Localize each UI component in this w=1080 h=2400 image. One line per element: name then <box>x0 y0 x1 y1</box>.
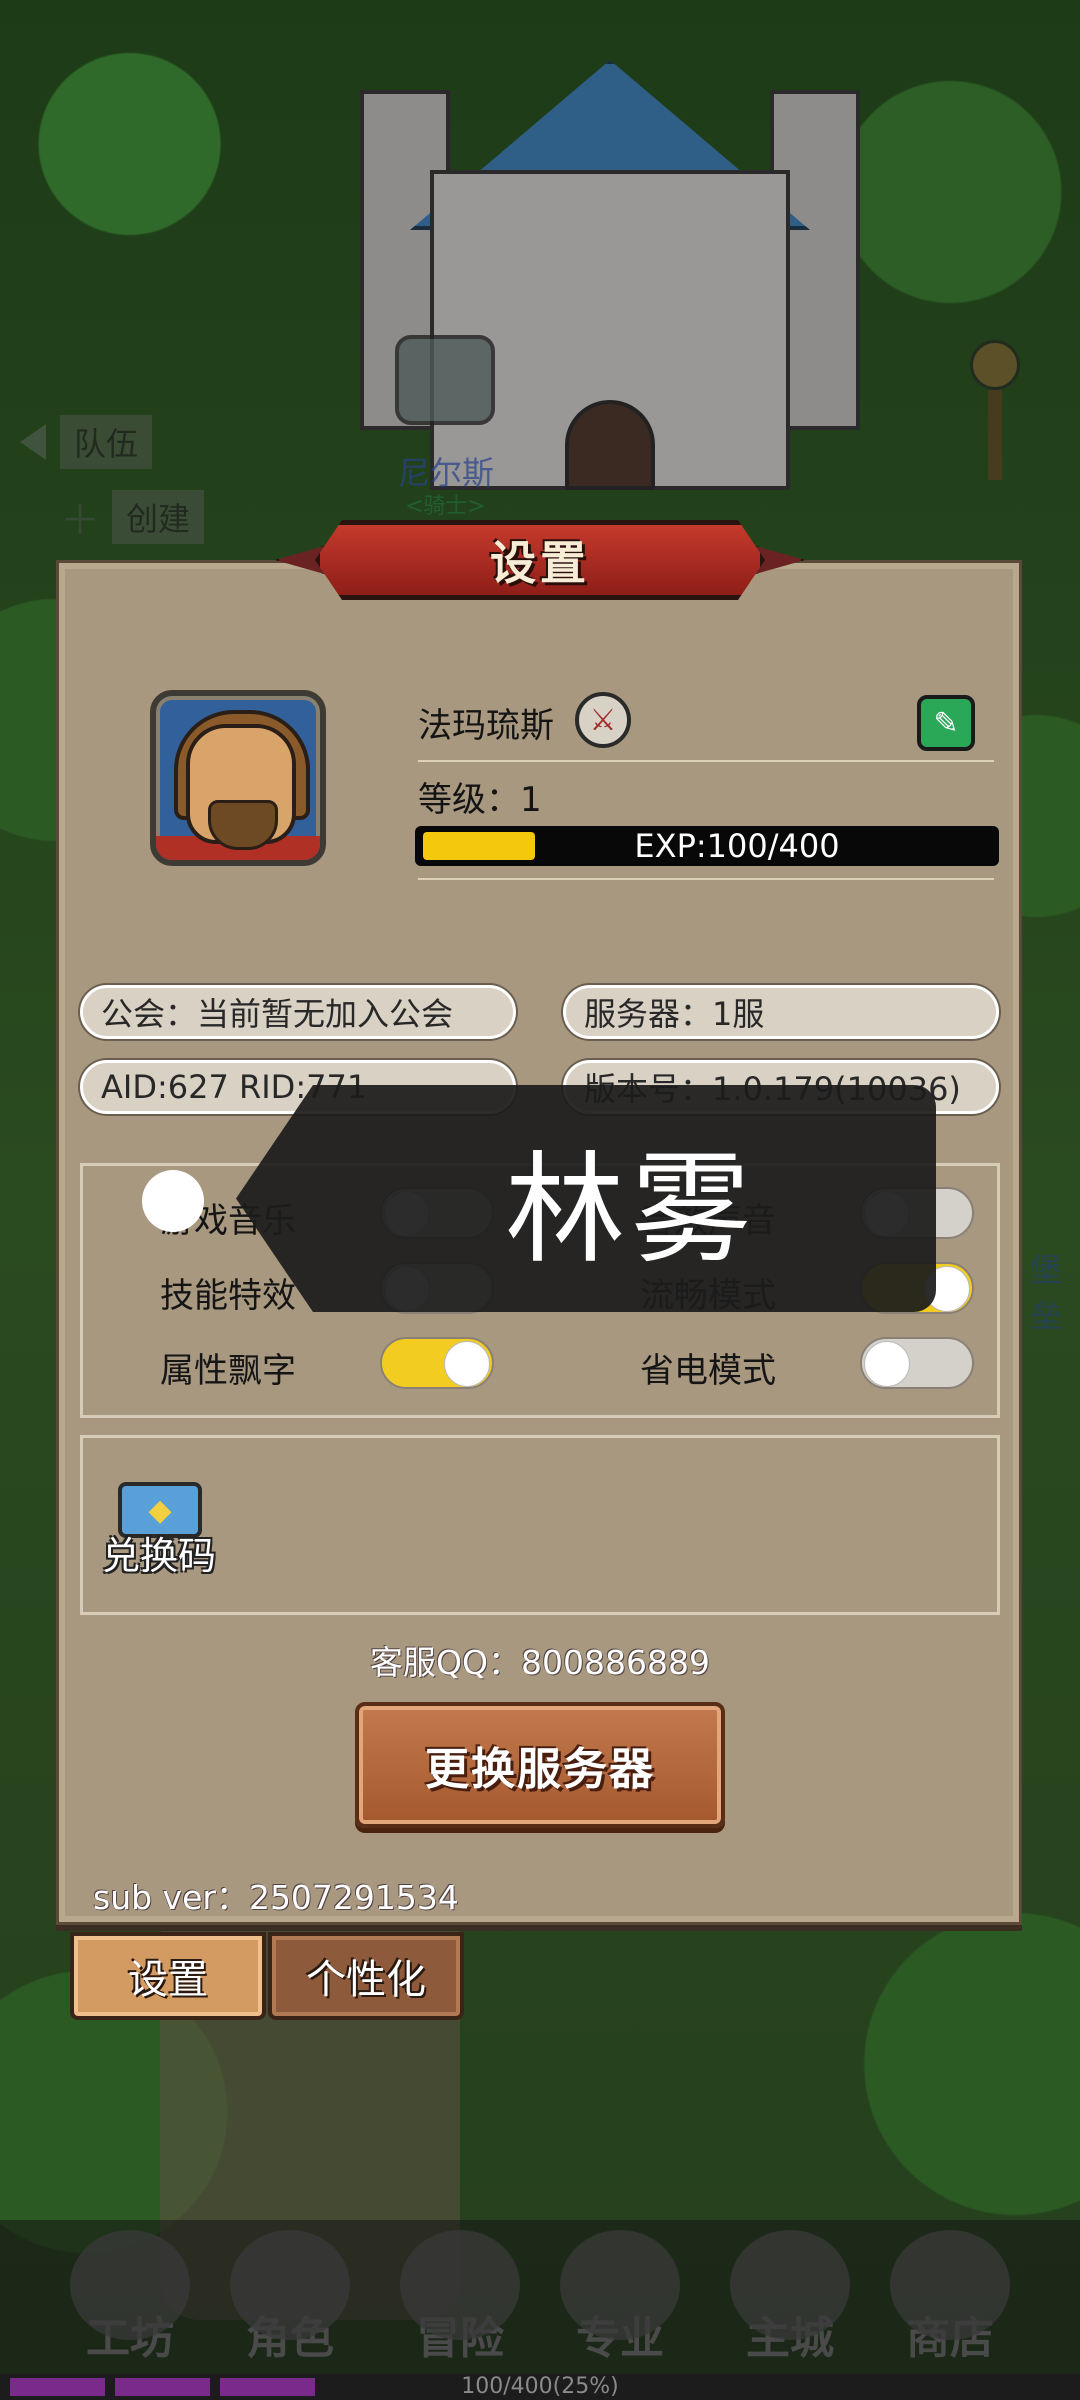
nav-icon <box>70 2230 190 2340</box>
nav-item[interactable]: 工坊 <box>55 2230 205 2366</box>
nav-icon <box>560 2230 680 2340</box>
redeem-code-button[interactable]: 兑换码 <box>102 1525 216 1580</box>
toggle-label: 省电模式 <box>640 1351 776 1391</box>
toggle-switch[interactable] <box>860 1337 974 1389</box>
nav-icon <box>400 2230 520 2340</box>
divider <box>418 878 994 880</box>
tab-personalize[interactable]: 个性化 <box>268 1932 464 2020</box>
toggle-knob <box>444 1341 490 1387</box>
npc-bubble[interactable] <box>395 335 495 425</box>
nav-item[interactable]: 专业 <box>545 2230 695 2366</box>
redeem-box <box>80 1435 1000 1615</box>
scarecrow <box>970 340 1030 480</box>
edit-name-button[interactable]: ✎ <box>917 695 975 751</box>
customer-service-qq: 客服QQ：800886889 <box>370 1643 710 1682</box>
sword-icon: ⚔ <box>575 692 631 748</box>
change-server-button[interactable]: 更换服务器 <box>355 1702 725 1828</box>
nav-icon <box>890 2230 1010 2340</box>
nav-item[interactable]: 商店 <box>875 2230 1025 2366</box>
player-name: 法玛琉斯 <box>418 706 554 746</box>
divider <box>418 760 994 762</box>
tab-settings[interactable]: 设置 <box>70 1932 266 2020</box>
sub-version: sub ver：2507291534 <box>93 1878 459 1917</box>
toggle-switch[interactable] <box>380 1337 494 1389</box>
nav-icon <box>230 2230 350 2340</box>
toggle-label: 属性飘字 <box>160 1351 296 1391</box>
xp-strip-text: 100/400(25%) <box>461 2374 619 2399</box>
nav-item[interactable]: 角色 <box>215 2230 365 2366</box>
pencil-icon: ✎ <box>933 705 959 741</box>
team-tab[interactable]: 队伍 <box>20 415 153 469</box>
triangle-left-icon <box>20 424 46 460</box>
server-info: 服务器：1服 <box>563 985 999 1039</box>
settings-title-banner: 设置 <box>275 515 805 605</box>
building-label: 堡垒 <box>1030 1251 1063 1335</box>
exp-bar: EXP:100/400 <box>415 826 999 866</box>
page-title: 设置 <box>490 536 590 590</box>
nav-item[interactable]: 冒险 <box>385 2230 535 2366</box>
plus-icon: ＋ <box>60 498 100 544</box>
nav-item[interactable]: 主城 <box>715 2230 865 2366</box>
toggle-knob <box>864 1341 910 1387</box>
touch-indicator <box>142 1170 204 1232</box>
exp-text: EXP:100/400 <box>634 827 840 865</box>
xp-strip: 100/400(25%) <box>0 2374 1080 2400</box>
guild-info: 公会：当前暂无加入公会 <box>80 985 516 1039</box>
level-label: 等级：1 <box>418 780 542 820</box>
toast-text: 林雾 <box>505 1140 757 1280</box>
nav-icon <box>730 2230 850 2340</box>
avatar[interactable] <box>150 690 326 866</box>
create-tab[interactable]: ＋ 创建 <box>60 488 205 546</box>
